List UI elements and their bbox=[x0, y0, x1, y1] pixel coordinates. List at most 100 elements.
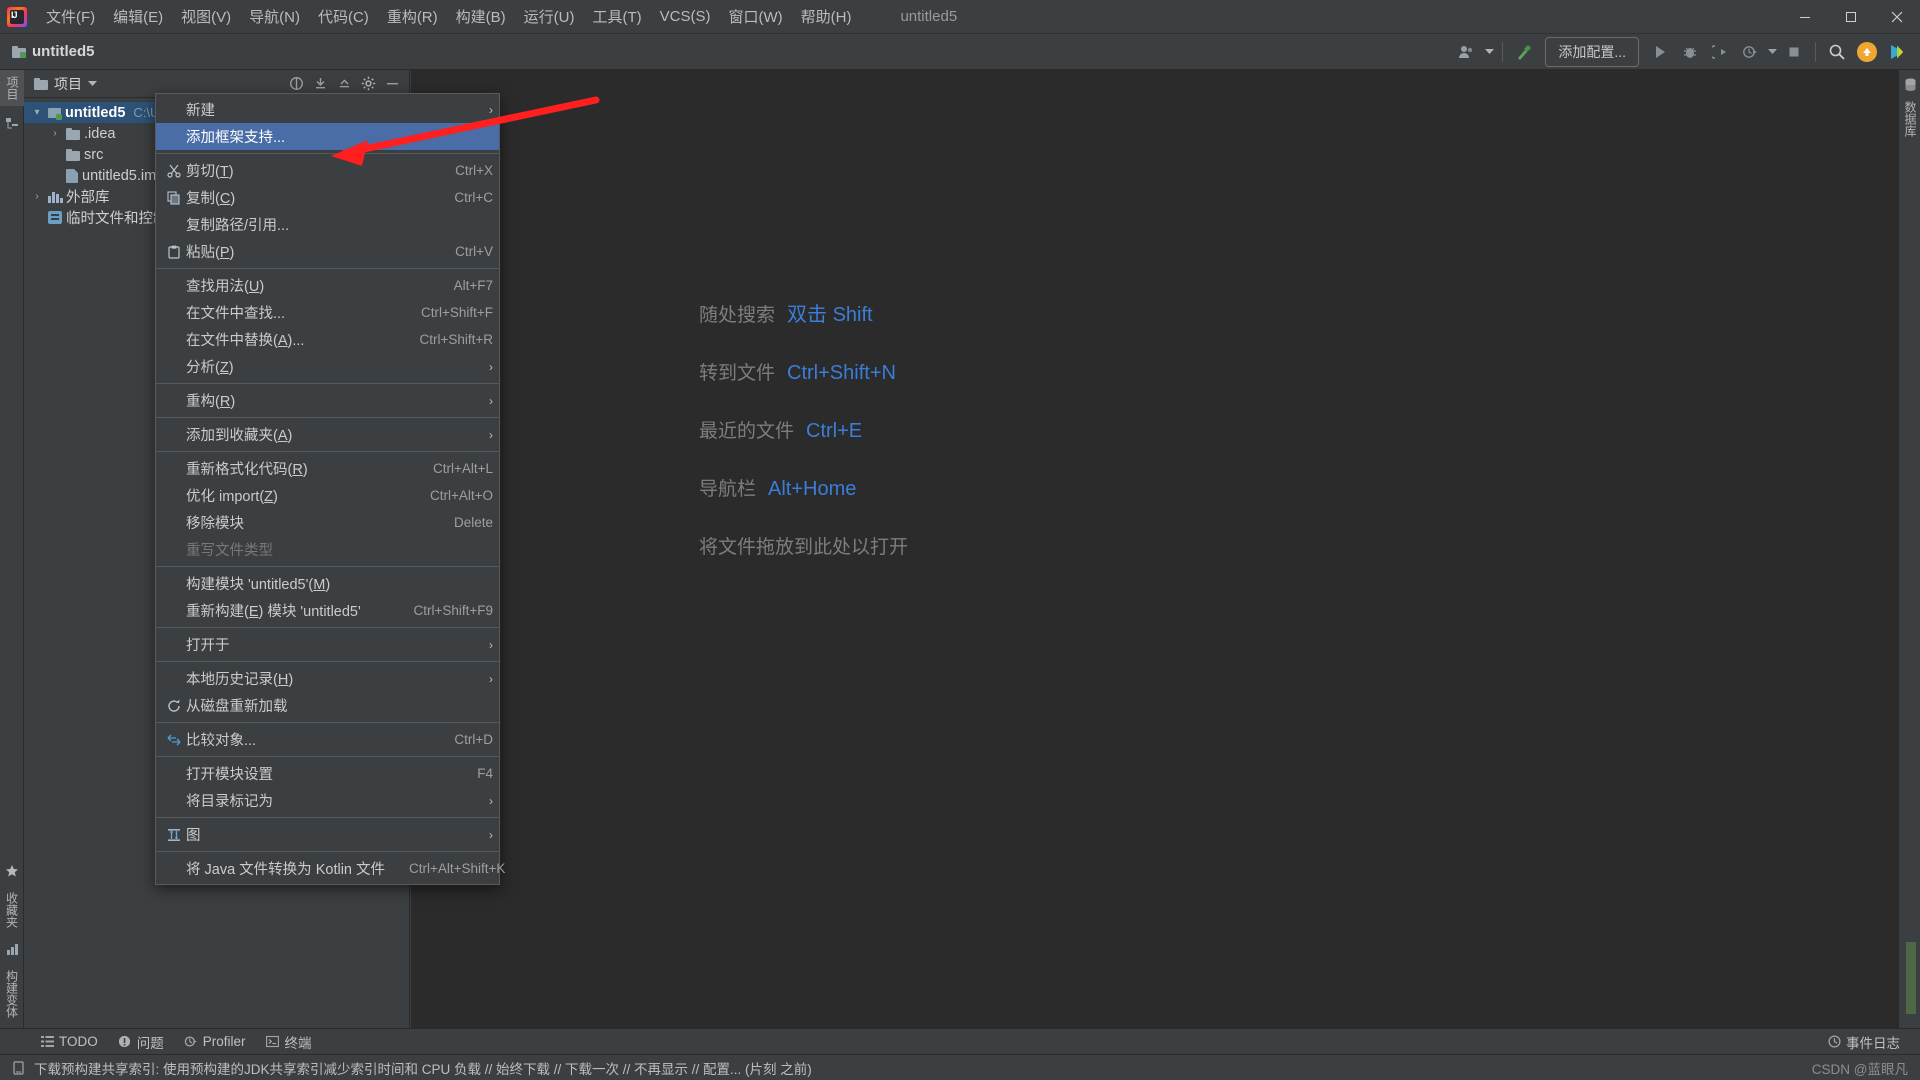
stop-icon[interactable] bbox=[1779, 37, 1809, 67]
minimize-button[interactable] bbox=[1782, 0, 1828, 34]
hint-go-to-file: 转到文件 Ctrl+Shift+N bbox=[699, 358, 908, 385]
ctx-mark-directory-as[interactable]: 将目录标记为 › bbox=[156, 787, 499, 814]
module-icon bbox=[12, 45, 26, 58]
close-button[interactable] bbox=[1874, 0, 1920, 34]
ctx-build-module[interactable]: 构建模块 'untitled5'(M) bbox=[156, 570, 499, 597]
hint-recent-files: 最近的文件 Ctrl+E bbox=[699, 416, 908, 443]
ctx-find-in-files[interactable]: 在文件中查找... Ctrl+Shift+F bbox=[156, 299, 499, 326]
chevron-right-icon[interactable]: › bbox=[48, 128, 62, 139]
tool-tab-database[interactable]: 数据库 bbox=[1899, 96, 1920, 142]
chevron-down-icon[interactable] bbox=[1482, 37, 1496, 67]
ctx-override-file-type: 重写文件类型 bbox=[156, 536, 499, 563]
ctx-copy[interactable]: 复制(C) Ctrl+C bbox=[156, 184, 499, 211]
structure-icon[interactable] bbox=[0, 112, 24, 134]
ide-features-trainer-icon[interactable] bbox=[1882, 37, 1912, 67]
folder-icon bbox=[66, 127, 80, 140]
menu-run[interactable]: 运行(U) bbox=[515, 2, 584, 31]
tree-node-label: untitled5 bbox=[65, 104, 126, 121]
account-icon[interactable] bbox=[1452, 37, 1482, 67]
search-icon[interactable] bbox=[1822, 37, 1852, 67]
menu-refactor[interactable]: 重构(R) bbox=[378, 2, 447, 31]
menu-view[interactable]: 视图(V) bbox=[172, 2, 240, 31]
status-message[interactable]: 下载预构建共享索引: 使用预构建的JDK共享索引减少索引时间和 CPU 负载 /… bbox=[34, 1058, 812, 1078]
settings-gear-icon[interactable] bbox=[357, 73, 379, 95]
menu-file[interactable]: 文件(F) bbox=[37, 2, 104, 31]
ctx-copy-path-reference[interactable]: 复制路径/引用... bbox=[156, 211, 499, 238]
menu-help[interactable]: 帮助(H) bbox=[792, 2, 861, 31]
module-icon bbox=[48, 107, 62, 120]
favorites-star-icon[interactable] bbox=[0, 860, 24, 882]
ctx-open-module-settings[interactable]: 打开模块设置 F4 bbox=[156, 760, 499, 787]
add-configuration-button[interactable]: 添加配置... bbox=[1545, 36, 1639, 67]
chevron-down-icon[interactable] bbox=[88, 80, 97, 87]
menu-vcs[interactable]: VCS(S) bbox=[651, 4, 720, 29]
ctx-reformat-code[interactable]: 重新格式化代码(R) Ctrl+Alt+L bbox=[156, 455, 499, 482]
context-menu: 新建 › 添加框架支持... 剪切(T) Ctrl+X 复制(C) Ctrl+C 复制路径/引… bbox=[155, 93, 505, 885]
ctx-new[interactable]: 新建 › bbox=[156, 96, 499, 123]
menu-item-shortcut: Ctrl+Shift+F9 bbox=[413, 603, 493, 618]
ctx-add-framework-support[interactable]: 添加框架支持... bbox=[156, 123, 499, 150]
chevron-down-icon[interactable] bbox=[1765, 37, 1779, 67]
bottom-tab-problems[interactable]: 问题 bbox=[108, 1030, 174, 1054]
ctx-paste[interactable]: 粘贴(P) Ctrl+V bbox=[156, 238, 499, 265]
ctx-remove-module[interactable]: 移除模块 Delete bbox=[156, 509, 499, 536]
diagram-icon bbox=[164, 828, 184, 842]
update-project-icon[interactable] bbox=[1852, 37, 1882, 67]
project-panel-actions bbox=[285, 73, 403, 95]
chevron-right-icon[interactable]: › bbox=[30, 191, 44, 202]
ctx-analyze[interactable]: 分析(Z) › bbox=[156, 353, 499, 380]
build-variants-icon[interactable] bbox=[0, 938, 24, 960]
hint-label: 导航栏 bbox=[699, 479, 757, 500]
hint-label: 将文件拖放到此处以打开 bbox=[699, 537, 909, 558]
hide-tool-window-icon[interactable] bbox=[381, 73, 403, 95]
menu-window[interactable]: 窗口(W) bbox=[719, 2, 791, 31]
left-tool-strip: 项目 收藏夹 构建变体 bbox=[0, 70, 25, 1028]
ctx-diagrams[interactable]: 图 › bbox=[156, 821, 499, 848]
chevron-down-icon[interactable]: ▾ bbox=[30, 107, 44, 118]
ctx-add-to-favorites[interactable]: 添加到收藏夹(A) › bbox=[156, 421, 499, 448]
bottom-tab-todo[interactable]: TODO bbox=[30, 1032, 108, 1051]
iml-file-icon bbox=[66, 168, 78, 183]
bottom-tab-terminal[interactable]: 终端 bbox=[256, 1030, 322, 1054]
bottom-tab-label: Profiler bbox=[202, 1034, 246, 1049]
project-view-icon bbox=[34, 77, 48, 90]
collapse-all-icon[interactable] bbox=[309, 73, 331, 95]
ctx-local-history[interactable]: 本地历史记录(H) › bbox=[156, 665, 499, 692]
debug-icon[interactable] bbox=[1675, 37, 1705, 67]
ctx-reload-from-disk[interactable]: 从磁盘重新加载 bbox=[156, 692, 499, 719]
hammer-icon[interactable] bbox=[1509, 37, 1539, 67]
ctx-rebuild-module[interactable]: 重新构建(E) 模块 'untitled5' Ctrl+Shift+F9 bbox=[156, 597, 499, 624]
tool-tab-project[interactable]: 项目 bbox=[0, 70, 25, 106]
menu-navigate[interactable]: 导航(N) bbox=[240, 2, 309, 31]
database-icon[interactable] bbox=[1899, 74, 1920, 96]
expand-icon[interactable] bbox=[333, 73, 355, 95]
ctx-open-in[interactable]: 打开于 › bbox=[156, 631, 499, 658]
ctx-compare-with[interactable]: 比较对象... Ctrl+D bbox=[156, 726, 499, 753]
window-title: untitled5 bbox=[900, 8, 958, 25]
ctx-convert-java-to-kotlin[interactable]: 将 Java 文件转换为 Kotlin 文件 Ctrl+Alt+Shift+K bbox=[156, 855, 505, 882]
bottom-tab-profiler[interactable]: Profiler bbox=[174, 1032, 256, 1051]
tool-tab-favorites[interactable]: 收藏夹 bbox=[0, 886, 25, 934]
ctx-replace-in-files[interactable]: 在文件中替换(A)... Ctrl+Shift+R bbox=[156, 326, 499, 353]
project-name-chip[interactable]: untitled5 bbox=[12, 43, 95, 60]
hint-search-everywhere: 随处搜索 双击 Shift bbox=[699, 298, 908, 327]
ctx-find-usages[interactable]: 查找用法(U) Alt+F7 bbox=[156, 272, 499, 299]
menu-separator bbox=[156, 153, 499, 154]
menu-tools[interactable]: 工具(T) bbox=[583, 2, 650, 31]
menu-build[interactable]: 构建(B) bbox=[447, 2, 515, 31]
menu-code[interactable]: 代码(C) bbox=[309, 2, 378, 31]
ctx-cut[interactable]: 剪切(T) Ctrl+X bbox=[156, 157, 499, 184]
ctx-optimize-imports[interactable]: 优化 import(Z) Ctrl+Alt+O bbox=[156, 482, 499, 509]
menu-edit[interactable]: 编辑(E) bbox=[104, 2, 172, 31]
run-icon[interactable] bbox=[1645, 37, 1675, 67]
ctx-refactor[interactable]: 重构(R) › bbox=[156, 387, 499, 414]
refresh-icon bbox=[164, 699, 184, 713]
menu-item-label: 重新格式化代码(R) bbox=[186, 462, 308, 478]
run-with-coverage-icon[interactable] bbox=[1705, 37, 1735, 67]
maximize-button[interactable] bbox=[1828, 0, 1874, 34]
profiler-icon[interactable] bbox=[1735, 37, 1765, 67]
notification-icon[interactable] bbox=[10, 1060, 26, 1076]
select-opened-file-icon[interactable] bbox=[285, 73, 307, 95]
bottom-tab-event-log[interactable]: 事件日志 bbox=[1817, 1030, 1910, 1054]
tool-tab-build-variants[interactable]: 构建变体 bbox=[0, 964, 25, 1024]
